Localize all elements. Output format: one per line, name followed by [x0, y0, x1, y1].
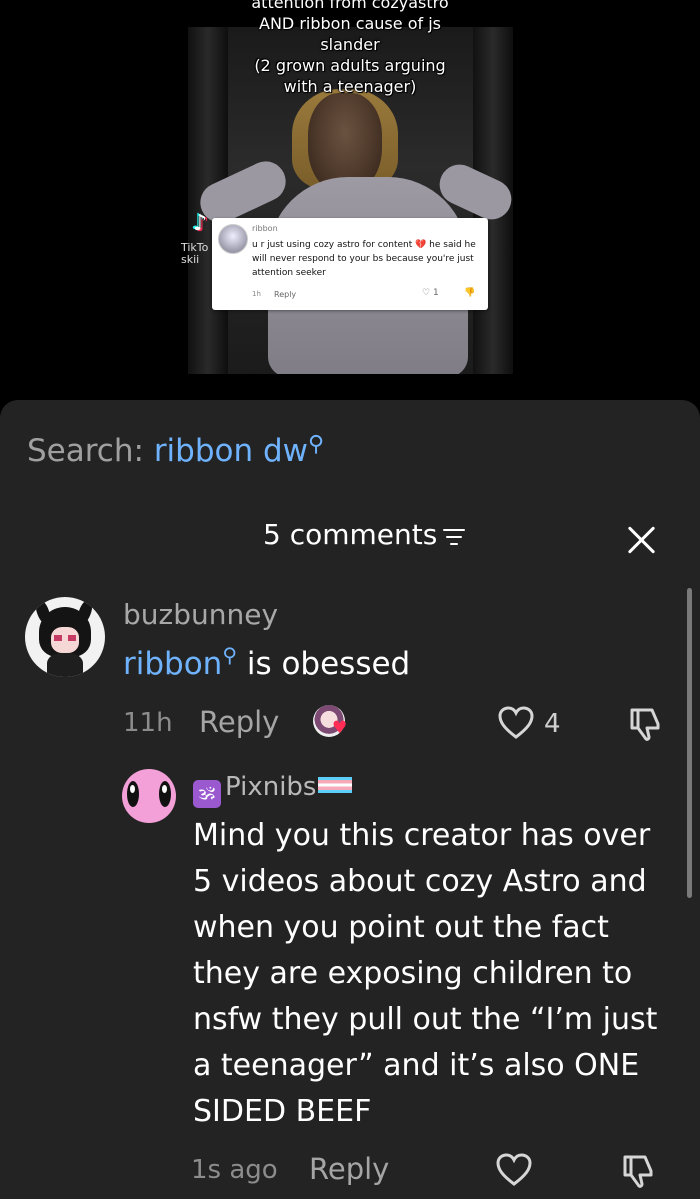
reply-card-like-count: 1 — [432, 288, 439, 298]
caption-line: slander — [320, 35, 380, 54]
search-icon: ⚲ — [222, 643, 237, 667]
comment-username[interactable]: Pixnibs — [225, 772, 316, 802]
comment-text: Mind you this creator has over 5 videos … — [193, 818, 658, 1129]
tiktok-logo-icon: ♪ — [193, 211, 208, 236]
reply-button[interactable]: Reply — [199, 705, 279, 739]
comment-username[interactable]: buzbunney — [123, 598, 278, 631]
avatar[interactable] — [25, 597, 105, 677]
like-count: 4 — [544, 709, 561, 739]
caption-line: AND ribbon cause of js — [259, 14, 441, 33]
search-mention[interactable]: ribbon — [123, 646, 222, 682]
comment-actions: 1s ago Reply — [191, 1150, 681, 1190]
filter-icon[interactable] — [443, 529, 465, 547]
comments-header: 5 comments — [0, 510, 700, 562]
thumbs-down-icon: 👎 — [464, 288, 476, 298]
like-heart-icon[interactable] — [498, 706, 534, 740]
caption-line: with a teenager) — [283, 77, 417, 96]
caption-line: (2 grown adults arguing — [254, 56, 446, 75]
scrollbar[interactable] — [687, 588, 692, 898]
reply-card-text: u r just using cozy astro for content 💔 … — [252, 240, 476, 278]
like-heart-icon[interactable] — [496, 1153, 532, 1187]
watermark-handle: skii — [181, 253, 200, 266]
comment-body: is obessed — [236, 646, 411, 682]
om-badge-icon: 🕉 — [193, 780, 221, 808]
reply-button[interactable]: Reply — [309, 1152, 389, 1186]
search-suggestion[interactable]: Search: ribbon dw⚲ — [27, 432, 324, 469]
video-caption: attention from cozyastro AND ribbon caus… — [230, 0, 470, 97]
comment-actions: 11h Reply ♥ 4 — [123, 705, 683, 745]
thumbs-down-icon[interactable] — [621, 1153, 655, 1189]
heart-icon: ♥ — [332, 718, 348, 738]
search-term[interactable]: ribbon dw — [154, 433, 308, 469]
video-reply-card: ribbon u r just using cozy astro for con… — [212, 218, 488, 310]
search-prefix: Search: — [27, 433, 144, 469]
comment-text: ribbon⚲ is obessed — [123, 643, 410, 682]
creator-liked-badge: ♥ — [313, 705, 351, 743]
reply-card-time: 1h — [252, 290, 261, 298]
comments-count: 5 comments — [263, 518, 438, 551]
reply-card-avatar — [218, 224, 248, 254]
close-icon[interactable] — [624, 522, 660, 558]
caption-line: attention from cozyastro — [251, 0, 449, 12]
thumbs-down-icon[interactable] — [628, 706, 662, 742]
tiktok-watermark: TikTo skii — [181, 242, 208, 266]
avatar[interactable] — [122, 769, 176, 823]
comment-time: 11h — [123, 708, 173, 738]
video-player[interactable]: attention from cozyastro AND ribbon caus… — [0, 0, 700, 400]
comment-username-row[interactable]: 🕉 Pixnibs — [193, 772, 353, 808]
search-icon: ⚲ — [308, 432, 325, 457]
reply-card-like: ♡ 1 — [422, 288, 439, 298]
reply-card-username: ribbon — [252, 224, 278, 233]
reply-card-reply: Reply — [274, 290, 297, 299]
comment-time: 1s ago — [191, 1155, 278, 1185]
trans-flag-icon — [318, 777, 353, 793]
heart-icon: ♡ — [422, 288, 431, 298]
